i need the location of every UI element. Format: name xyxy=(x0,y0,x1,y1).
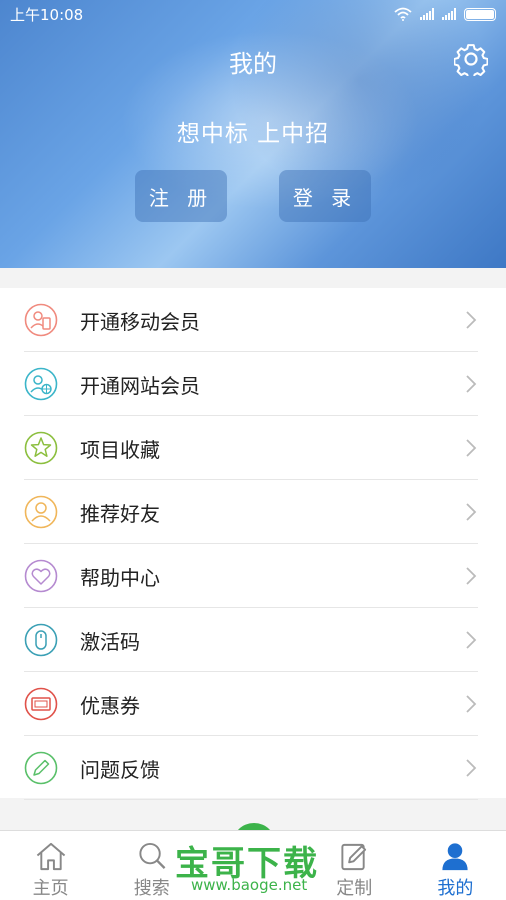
gear-icon[interactable] xyxy=(454,42,488,76)
chevron-right-icon xyxy=(466,439,477,457)
menu-item-label: 优惠券 xyxy=(80,693,140,718)
chevron-right-icon xyxy=(466,759,477,777)
tab-label: 主页 xyxy=(32,878,69,899)
chevron-right-icon xyxy=(466,631,477,649)
chevron-right-icon xyxy=(466,567,477,585)
menu-item-label: 开通移动会员 xyxy=(80,309,200,334)
battery-icon xyxy=(464,7,496,21)
menu-list: 开通移动会员 开通网站会员 项目收藏 推荐好友 帮助中心 激活码 优惠券 问题反… xyxy=(0,288,506,800)
menu-item-label: 激活码 xyxy=(80,629,140,654)
home-icon xyxy=(36,842,65,871)
tab-mine[interactable]: 我的 xyxy=(405,831,506,900)
menu-item-coupon[interactable]: 优惠券 xyxy=(0,672,506,736)
menu-item-recommend-friend[interactable]: 推荐好友 xyxy=(0,480,506,544)
status-time: 上午10:08 xyxy=(10,5,84,24)
bottom-tab-bar: 主页 搜索 定制 我的 xyxy=(0,830,506,900)
tab-center[interactable] xyxy=(202,831,303,900)
tab-custom[interactable]: 定制 xyxy=(304,831,405,900)
friend-icon xyxy=(24,495,58,529)
tab-search[interactable]: 搜索 xyxy=(101,831,202,900)
mobile-member-icon xyxy=(24,303,58,337)
signal-icon xyxy=(420,8,434,20)
chevron-right-icon xyxy=(466,375,477,393)
heart-icon xyxy=(24,559,58,593)
signal-icon xyxy=(442,8,456,20)
page-title: 我的 xyxy=(229,50,277,78)
tab-label: 搜索 xyxy=(133,878,170,899)
menu-item-feedback[interactable]: 问题反馈 xyxy=(0,736,506,800)
menu-item-label: 推荐好友 xyxy=(80,501,160,526)
menu-item-label: 问题反馈 xyxy=(80,757,160,782)
menu-item-help-center[interactable]: 帮助中心 xyxy=(0,544,506,608)
web-member-icon xyxy=(24,367,58,401)
mouse-icon xyxy=(24,623,58,657)
menu-item-mobile-member[interactable]: 开通移动会员 xyxy=(0,288,506,352)
divider xyxy=(24,799,478,800)
chevron-right-icon xyxy=(466,311,477,329)
chevron-right-icon xyxy=(466,695,477,713)
search-icon xyxy=(139,842,166,869)
user-icon xyxy=(442,843,468,871)
login-button[interactable]: 登 录 xyxy=(279,170,371,222)
register-button[interactable]: 注 册 xyxy=(135,170,227,222)
menu-item-favorites[interactable]: 项目收藏 xyxy=(0,416,506,480)
status-bar: 上午10:08 xyxy=(0,0,506,28)
profile-header: 上午10:08 我的 想中标 上中招 注 册 登 录 xyxy=(0,0,506,268)
tab-label: 我的 xyxy=(437,878,474,899)
menu-item-activation-code[interactable]: 激活码 xyxy=(0,608,506,672)
slogan: 想中标 上中招 xyxy=(176,121,330,147)
menu-item-label: 帮助中心 xyxy=(80,565,160,590)
menu-item-web-member[interactable]: 开通网站会员 xyxy=(0,352,506,416)
edit-icon xyxy=(341,843,367,871)
star-icon xyxy=(24,431,58,465)
menu-item-label: 开通网站会员 xyxy=(80,373,200,398)
chevron-right-icon xyxy=(466,503,477,521)
pencil-icon xyxy=(24,751,58,785)
coupon-icon xyxy=(24,687,58,721)
menu-item-label: 项目收藏 xyxy=(80,437,160,462)
status-icons xyxy=(394,7,496,21)
wifi-icon xyxy=(394,7,412,21)
tab-label: 定制 xyxy=(336,878,373,899)
tab-home[interactable]: 主页 xyxy=(0,831,101,900)
